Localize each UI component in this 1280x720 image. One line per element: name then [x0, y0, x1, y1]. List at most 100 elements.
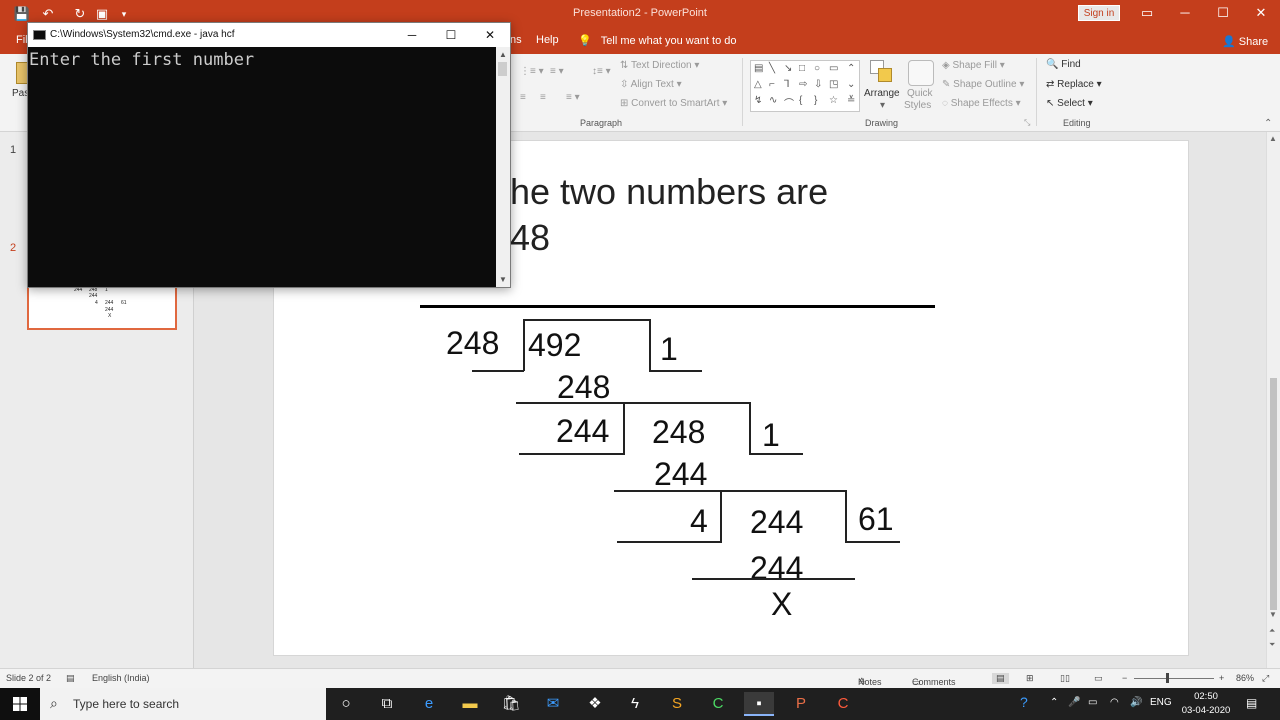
elbow-connector-icon[interactable]: ⌐ [769, 79, 775, 90]
shape-outline-button[interactable]: ✎ Shape Outline ▾ [942, 79, 1024, 90]
down-arrow-shape-icon[interactable]: ⇩ [814, 79, 822, 90]
show-hidden-icons-icon[interactable]: ⌃ [1050, 697, 1058, 708]
maximize-button[interactable]: ☐ [1204, 0, 1242, 28]
cmd-close-button[interactable]: ✕ [472, 25, 508, 45]
find-button[interactable]: 🔍 Find [1046, 59, 1081, 70]
arrange-label[interactable]: Arrange [864, 88, 900, 99]
file-explorer-icon[interactable]: ▬ [455, 692, 485, 716]
slide-scrollbar[interactable]: ▲ ▼ ⏶ ⏷ [1266, 132, 1280, 668]
shape-fill-button[interactable]: ◈ Shape Fill ▾ [942, 60, 1005, 71]
microphone-icon[interactable]: 🎤 [1068, 697, 1080, 708]
clock[interactable]: 02:50 03-04-2020 [1176, 690, 1236, 718]
powerpoint-taskbar-icon[interactable]: P [786, 692, 816, 716]
gallery-up-icon[interactable]: ⌃ [847, 63, 855, 74]
columns-icon[interactable]: ≡ ▾ [566, 92, 580, 103]
curve-shape-icon[interactable]: ∿ [769, 95, 777, 106]
triangle-shape-icon[interactable]: △ [754, 79, 762, 90]
cortana-icon[interactable]: ○ [331, 692, 361, 716]
wifi-icon[interactable]: ◠ [1110, 697, 1119, 708]
slide-thumbnail-2[interactable]: 244 248 1 244 4 244 61 244 X [27, 284, 177, 330]
brace-left-shape-icon[interactable]: { [799, 95, 802, 106]
close-button[interactable]: ✕ [1242, 0, 1280, 28]
cmd-maximize-button[interactable]: ☐ [433, 25, 469, 45]
elbow-arrow-icon[interactable]: ⅂ [784, 79, 790, 90]
next-slide-icon[interactable]: ⏷ [1269, 640, 1275, 650]
gallery-down-icon[interactable]: ⌄ [847, 79, 855, 90]
quick-styles-label-2[interactable]: Styles [904, 100, 931, 111]
zoom-level[interactable]: 86% [1236, 673, 1254, 683]
normal-view-icon[interactable]: ▤ [992, 673, 1009, 684]
taskbar-search-box[interactable]: ⌕ Type here to search [40, 688, 326, 720]
text-direction-button[interactable]: ⇅ Text Direction ▾ [620, 60, 699, 71]
dropbox-icon[interactable]: ❖ [580, 692, 610, 716]
drawing-dialog-launcher-icon[interactable]: ⤡ [1024, 118, 1030, 128]
slide-subtitle[interactable]: 48 [510, 217, 550, 259]
command-prompt-taskbar-icon[interactable]: ▪ [744, 692, 774, 716]
right-arrow-shape-icon[interactable]: ⇨ [799, 79, 807, 90]
share-button[interactable]: 👤 Share [1222, 35, 1268, 48]
minimize-button[interactable]: ─ [1166, 0, 1204, 28]
line-shape-icon[interactable]: ╲ [769, 63, 775, 74]
wolfram-icon[interactable]: ϟ [620, 692, 650, 716]
edge-icon[interactable]: e [414, 692, 444, 716]
language-indicator-tray[interactable]: ENG [1150, 697, 1172, 708]
arrow-shape-icon[interactable]: ↘ [784, 63, 792, 74]
slide-title[interactable]: he two numbers are [510, 171, 828, 213]
tab-help[interactable]: Help [536, 34, 559, 46]
zoom-slider[interactable] [1134, 678, 1214, 679]
mail-icon[interactable]: ✉ [538, 692, 568, 716]
cmd-scrollbar-thumb[interactable] [498, 62, 507, 76]
fit-to-window-icon[interactable]: ⤢ [1262, 673, 1269, 684]
callout-shape-icon[interactable]: ◳ [829, 79, 838, 90]
camtasia-recorder-icon[interactable]: C [828, 692, 858, 716]
cmd-console[interactable]: Enter the first number [28, 47, 496, 287]
arc-shape-icon[interactable]: ⌒ [784, 95, 794, 110]
ribbon-display-options-icon[interactable]: ▭ [1128, 0, 1166, 28]
sign-in-button[interactable]: Sign in [1078, 5, 1120, 21]
select-button[interactable]: ↖ Select ▾ [1046, 98, 1093, 109]
zoom-in-button[interactable]: + [1219, 673, 1224, 683]
replace-button[interactable]: ⇄ Replace ▾ [1046, 79, 1102, 90]
rounded-rect-shape-icon[interactable]: ▭ [829, 63, 838, 74]
zoom-out-button[interactable]: − [1122, 673, 1127, 683]
justify-icon[interactable]: ≡ [540, 92, 546, 103]
command-prompt-window[interactable]: C:\Windows\System32\cmd.exe - java hcf ─… [27, 22, 511, 288]
tell-me-box[interactable]: 💡 Tell me what you want to do [578, 34, 737, 47]
convert-smartart-button[interactable]: ⊞ Convert to SmartArt ▾ [620, 98, 727, 109]
cmd-scroll-up-icon[interactable]: ▲ [499, 50, 507, 59]
scroll-down-icon[interactable]: ▼ [1269, 610, 1277, 619]
tab-file[interactable]: Fil [16, 34, 28, 46]
start-button[interactable] [0, 688, 40, 720]
volume-icon[interactable]: 🔊 [1130, 697, 1142, 708]
multilevel-list-icon[interactable]: ≡ ▾ [550, 66, 564, 77]
scroll-up-icon[interactable]: ▲ [1269, 134, 1277, 143]
align-text-button[interactable]: ⇳ Align Text ▾ [620, 79, 682, 90]
reading-view-icon[interactable]: ▯▯ [1060, 673, 1070, 684]
list-icon[interactable]: ⋮≡ ▾ [520, 66, 544, 77]
scrollbar-thumb[interactable] [1270, 378, 1277, 610]
tab-animations[interactable]: ns [510, 34, 522, 46]
rectangle-shape-icon[interactable]: □ [799, 63, 805, 74]
align-left-icon[interactable]: ≡ [520, 92, 526, 103]
previous-slide-icon[interactable]: ⏶ [1269, 626, 1275, 636]
zoom-slider-thumb[interactable] [1166, 673, 1169, 683]
spellcheck-icon[interactable]: ▤ [66, 673, 75, 684]
shape-effects-button[interactable]: ◌ Shape Effects ▾ [942, 98, 1021, 109]
textbox-shape-icon[interactable]: ▤ [754, 63, 763, 74]
shapes-gallery[interactable]: ▤ ╲ ↘ □ ○ ▭ ⌃ △ ⌐ ⅂ ⇨ ⇩ ◳ ⌄ ↯ ∿ ⌒ { } ☆ … [750, 60, 860, 112]
camtasia-icon[interactable]: C [703, 692, 733, 716]
store-icon[interactable]: 🛍 [496, 692, 526, 716]
quick-styles-icon[interactable] [908, 60, 934, 86]
notifications-icon[interactable]: ▤ [1246, 696, 1257, 710]
slide-sorter-icon[interactable]: ⊞ [1026, 673, 1034, 684]
arrange-dropdown-icon[interactable]: ▾ [880, 100, 885, 111]
cmd-minimize-button[interactable]: ─ [394, 25, 430, 45]
cmd-scrollbar[interactable]: ▲ ▼ [496, 47, 510, 287]
cmd-scroll-down-icon[interactable]: ▼ [499, 275, 507, 284]
collapse-ribbon-icon[interactable]: ⌃ [1264, 118, 1272, 129]
language-indicator[interactable]: English (India) [92, 673, 150, 683]
oval-shape-icon[interactable]: ○ [814, 63, 820, 74]
brace-right-shape-icon[interactable]: } [814, 95, 817, 106]
sublime-text-icon[interactable]: S [662, 692, 692, 716]
battery-icon[interactable]: ▭ [1088, 697, 1097, 708]
